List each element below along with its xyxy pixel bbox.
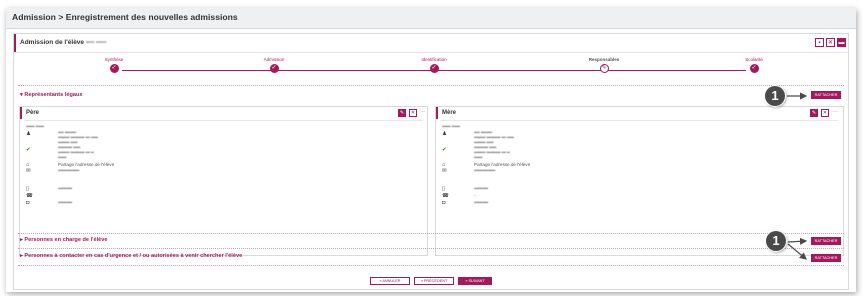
callout-arrows xyxy=(787,92,808,260)
arrow xyxy=(787,243,807,260)
arrow xyxy=(787,237,808,245)
callout-badge: 1 xyxy=(766,231,786,251)
callout-badge: 1 xyxy=(765,86,785,106)
